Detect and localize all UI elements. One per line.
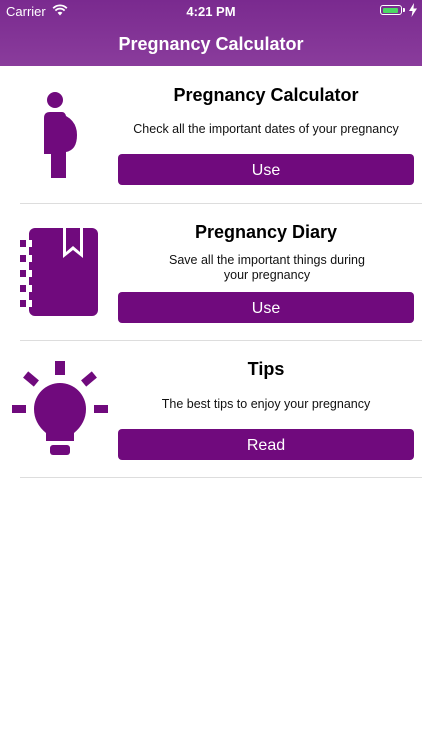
divider [20,477,422,478]
pregnant-woman-icon [44,92,77,178]
use-calculator-button[interactable]: Use [118,154,414,185]
status-bar: Carrier 4:21 PM [0,0,422,22]
calculator-description: Check all the important dates of your pr… [133,122,399,136]
read-tips-button[interactable]: Read [118,429,414,460]
diary-card: Pregnancy Diary Save all the important t… [0,204,422,340]
battery-icon [380,5,405,15]
calculator-card: Pregnancy Calculator Check all the impor… [0,66,422,203]
use-diary-button[interactable]: Use [118,292,414,323]
clock-label: 4:21 PM [186,4,236,19]
page-title: Pregnancy Calculator [118,34,304,54]
calculator-title: Pregnancy Calculator [173,85,359,105]
navigation-bar: Carrier 4:21 PM Pregnancy Calculator [0,0,422,66]
tips-description: The best tips to enjoy your pregnancy [161,397,371,411]
diary-icon [20,228,98,316]
charging-icon [409,3,417,17]
tips-title: Tips [247,359,285,379]
lightbulb-icon [12,361,108,455]
diary-title: Pregnancy Diary [194,222,338,242]
diary-description: Save all the important things during you… [169,253,365,282]
tips-card: Tips The best tips to enjoy your pregnan… [0,341,422,477]
